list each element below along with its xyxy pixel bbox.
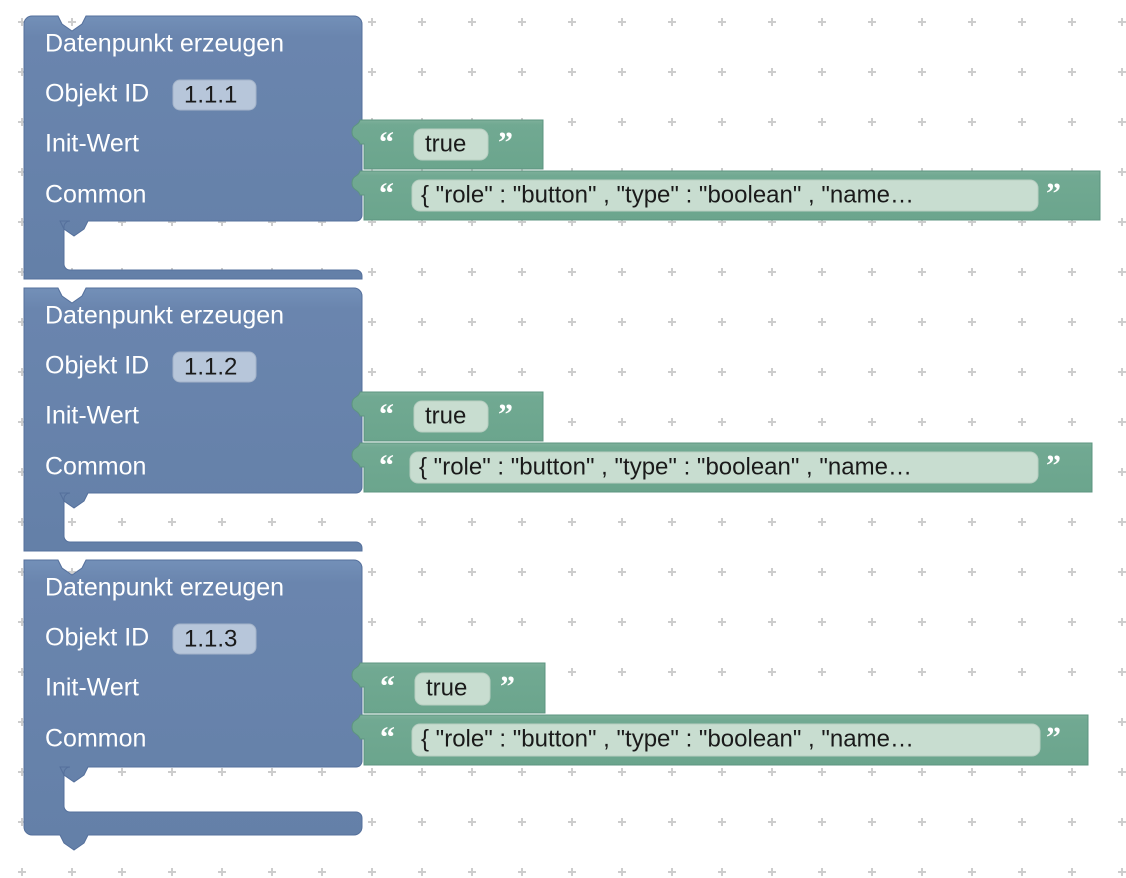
block-2-init-wert-label: Init-Wert [45, 402, 139, 430]
block-3-common-value-block[interactable]: “ { "role" : "button" , "type" : "boolea… [351, 714, 1089, 766]
block-1-init-open-quote: “ [379, 126, 394, 159]
block-2-title: Datenpunkt erzeugen [45, 302, 284, 330]
block-1-init-close-quote: ” [498, 126, 513, 159]
block-3-common-close-quote: ” [1046, 721, 1061, 754]
block-2-common-close-quote: ” [1046, 449, 1061, 482]
block-2-common-field[interactable]: { "role" : "button" , "type" : "boolean"… [419, 453, 912, 480]
datapoint-block-3[interactable]: Datenpunkt erzeugen Objekt ID 1.1.3 Init… [23, 559, 1089, 851]
block-3-init-open-quote: “ [380, 670, 395, 703]
block-3-common-open-quote: “ [380, 721, 395, 754]
block-2-init-close-quote: ” [498, 398, 513, 431]
block-2-common-open-quote: “ [379, 449, 394, 482]
block-3-init-wert-label: Init-Wert [45, 674, 139, 702]
block-2-statement-slot[interactable] [66, 495, 360, 540]
block-2-init-open-quote: “ [379, 398, 394, 431]
block-2-common-value-block[interactable]: “ { "role" : "button" , "type" : "boolea… [351, 442, 1093, 493]
block-3-objekt-id-label: Objekt ID [45, 624, 149, 652]
block-3-title: Datenpunkt erzeugen [45, 574, 284, 602]
block-1-common-label: Common [45, 181, 146, 209]
block-2-common-label: Common [45, 453, 146, 481]
block-3-init-wert-value-block[interactable]: “ true ” [351, 662, 546, 714]
block-1-objekt-id-label: Objekt ID [45, 80, 149, 108]
blockly-workspace[interactable]: Datenpunkt erzeugen Objekt ID 1.1.1 Init… [0, 0, 1126, 878]
block-1-init-field[interactable]: true [425, 130, 466, 157]
block-2-init-wert-value-block[interactable]: “ true ” [351, 391, 544, 442]
block-2-init-field[interactable]: true [425, 402, 466, 429]
block-1-init-wert-label: Init-Wert [45, 130, 139, 158]
block-1-common-open-quote: “ [379, 177, 394, 210]
block-2-objekt-id-field[interactable]: 1.1.2 [184, 353, 237, 380]
block-1-common-close-quote: ” [1046, 177, 1061, 210]
block-3-init-close-quote: ” [500, 670, 515, 703]
block-1-init-wert-value-block[interactable]: “ true ” [351, 119, 544, 170]
block-3-common-label: Common [45, 725, 146, 753]
block-1-title: Datenpunkt erzeugen [45, 30, 284, 58]
block-1-objekt-id-field[interactable]: 1.1.1 [184, 81, 237, 108]
blocks-canvas[interactable]: Datenpunkt erzeugen Objekt ID 1.1.1 Init… [0, 0, 1126, 878]
block-3-objekt-id-field[interactable]: 1.1.3 [184, 625, 237, 652]
datapoint-block-2[interactable]: Datenpunkt erzeugen Objekt ID 1.1.2 Init… [23, 287, 1093, 552]
block-1-statement-slot[interactable] [66, 223, 360, 268]
block-3-init-field[interactable]: true [426, 674, 467, 701]
block-1-common-field[interactable]: { "role" : "button" , "type" : "boolean"… [421, 181, 914, 208]
block-3-body[interactable] [23, 559, 363, 851]
block-1-common-value-block[interactable]: “ { "role" : "button" , "type" : "boolea… [351, 170, 1101, 221]
block-3-statement-slot[interactable] [66, 769, 360, 814]
block-2-objekt-id-label: Objekt ID [45, 352, 149, 380]
block-3-common-field[interactable]: { "role" : "button" , "type" : "boolean"… [421, 725, 914, 752]
datapoint-block-1[interactable]: Datenpunkt erzeugen Objekt ID 1.1.1 Init… [23, 15, 1101, 280]
